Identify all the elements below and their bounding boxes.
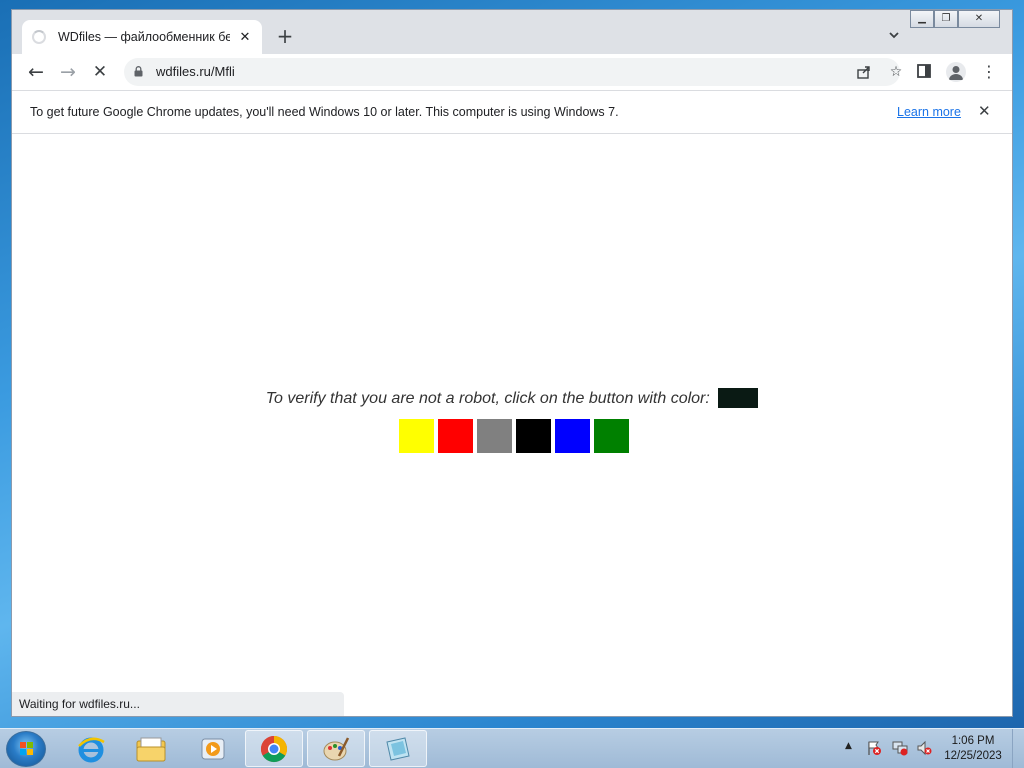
tray-expand-icon[interactable]: ▲ xyxy=(845,741,852,751)
captcha-prompt: To verify that you are not a robot, clic… xyxy=(12,388,1012,408)
menu-kebab-icon[interactable]: ⋮ xyxy=(980,63,998,81)
tab-strip: WDfiles — файлообменник бесплатно ✕ + ▁ … xyxy=(12,10,1012,54)
tab-search-icon[interactable] xyxy=(886,28,902,44)
taskbar-paint[interactable] xyxy=(307,730,365,767)
taskbar-chrome[interactable] xyxy=(245,730,303,767)
target-color-swatch xyxy=(718,388,759,408)
tab-wdfiles[interactable]: WDfiles — файлообменник бесплатно ✕ xyxy=(22,20,262,54)
taskbar-ie[interactable] xyxy=(62,730,120,767)
forward-button[interactable]: → xyxy=(58,62,78,82)
media-player-icon xyxy=(201,738,225,759)
color-button-4[interactable] xyxy=(516,419,551,453)
stop-loading-button[interactable]: ✕ xyxy=(90,62,110,82)
infobar-close-icon[interactable]: ✕ xyxy=(978,102,991,120)
learn-more-link[interactable]: Learn more xyxy=(897,105,961,119)
show-desktop-button[interactable] xyxy=(1012,729,1024,768)
side-panel-icon[interactable] xyxy=(915,63,933,81)
update-infobar: To get future Google Chrome updates, you… xyxy=(12,90,1012,134)
color-button-1[interactable] xyxy=(399,419,434,453)
close-window-button[interactable]: ✕ xyxy=(958,10,1000,28)
infobar-message: To get future Google Chrome updates, you… xyxy=(30,105,619,119)
address-bar[interactable]: wdfiles.ru/Mfli ☆ xyxy=(124,58,902,86)
toolbar: ← → ✕ wdfiles.ru/Mfli ☆ ⋮ xyxy=(12,54,1012,90)
start-button[interactable] xyxy=(6,731,46,767)
color-button-row xyxy=(399,419,629,453)
internet-explorer-icon xyxy=(78,737,105,762)
page-content: To verify that you are not a robot, clic… xyxy=(12,134,1012,716)
color-button-6[interactable] xyxy=(594,419,629,453)
minimize-button[interactable]: ▁ xyxy=(910,10,934,28)
lock-icon[interactable] xyxy=(134,66,143,77)
url-text[interactable]: wdfiles.ru/Mfli xyxy=(156,64,235,79)
windows-explorer-icon xyxy=(136,737,166,761)
action-center-flag-icon[interactable] xyxy=(866,740,882,756)
back-button[interactable]: ← xyxy=(26,62,46,82)
paint-icon xyxy=(323,736,350,760)
profile-avatar-icon[interactable] xyxy=(946,62,966,82)
app-icon xyxy=(386,736,410,761)
new-tab-button[interactable]: + xyxy=(274,26,296,48)
network-icon[interactable] xyxy=(892,740,908,756)
tab-close-icon[interactable]: ✕ xyxy=(238,30,252,45)
color-button-3[interactable] xyxy=(477,419,512,453)
clock-time: 1:06 PM xyxy=(951,735,995,747)
share-icon[interactable] xyxy=(856,64,872,80)
browser-window: WDfiles — файлообменник бесплатно ✕ + ▁ … xyxy=(11,9,1013,717)
color-button-2[interactable] xyxy=(438,419,473,453)
window-caption-buttons: ▁ ❐ ✕ xyxy=(910,10,1000,28)
tab-title: WDfiles — файлообменник бесплатно xyxy=(58,30,230,44)
taskbar-app[interactable] xyxy=(369,730,427,767)
status-bubble: Waiting for wdfiles.ru... xyxy=(12,692,344,716)
color-button-5[interactable] xyxy=(555,419,590,453)
taskbar-media-player[interactable] xyxy=(184,730,242,767)
loading-spinner-icon xyxy=(32,30,46,44)
captcha-prompt-text: To verify that you are not a robot, clic… xyxy=(265,390,710,407)
volume-muted-icon[interactable] xyxy=(916,740,932,756)
chrome-icon xyxy=(260,735,288,762)
taskbar-clock[interactable]: 1:06 PM 12/25/2023 xyxy=(940,734,1006,764)
taskbar-explorer[interactable] xyxy=(122,730,180,767)
taskbar: ▲ 1:06 PM 12/25/2023 xyxy=(0,728,1024,768)
clock-date: 12/25/2023 xyxy=(944,750,1002,762)
bookmark-star-icon[interactable]: ☆ xyxy=(888,64,904,80)
restore-button[interactable]: ❐ xyxy=(934,10,958,28)
